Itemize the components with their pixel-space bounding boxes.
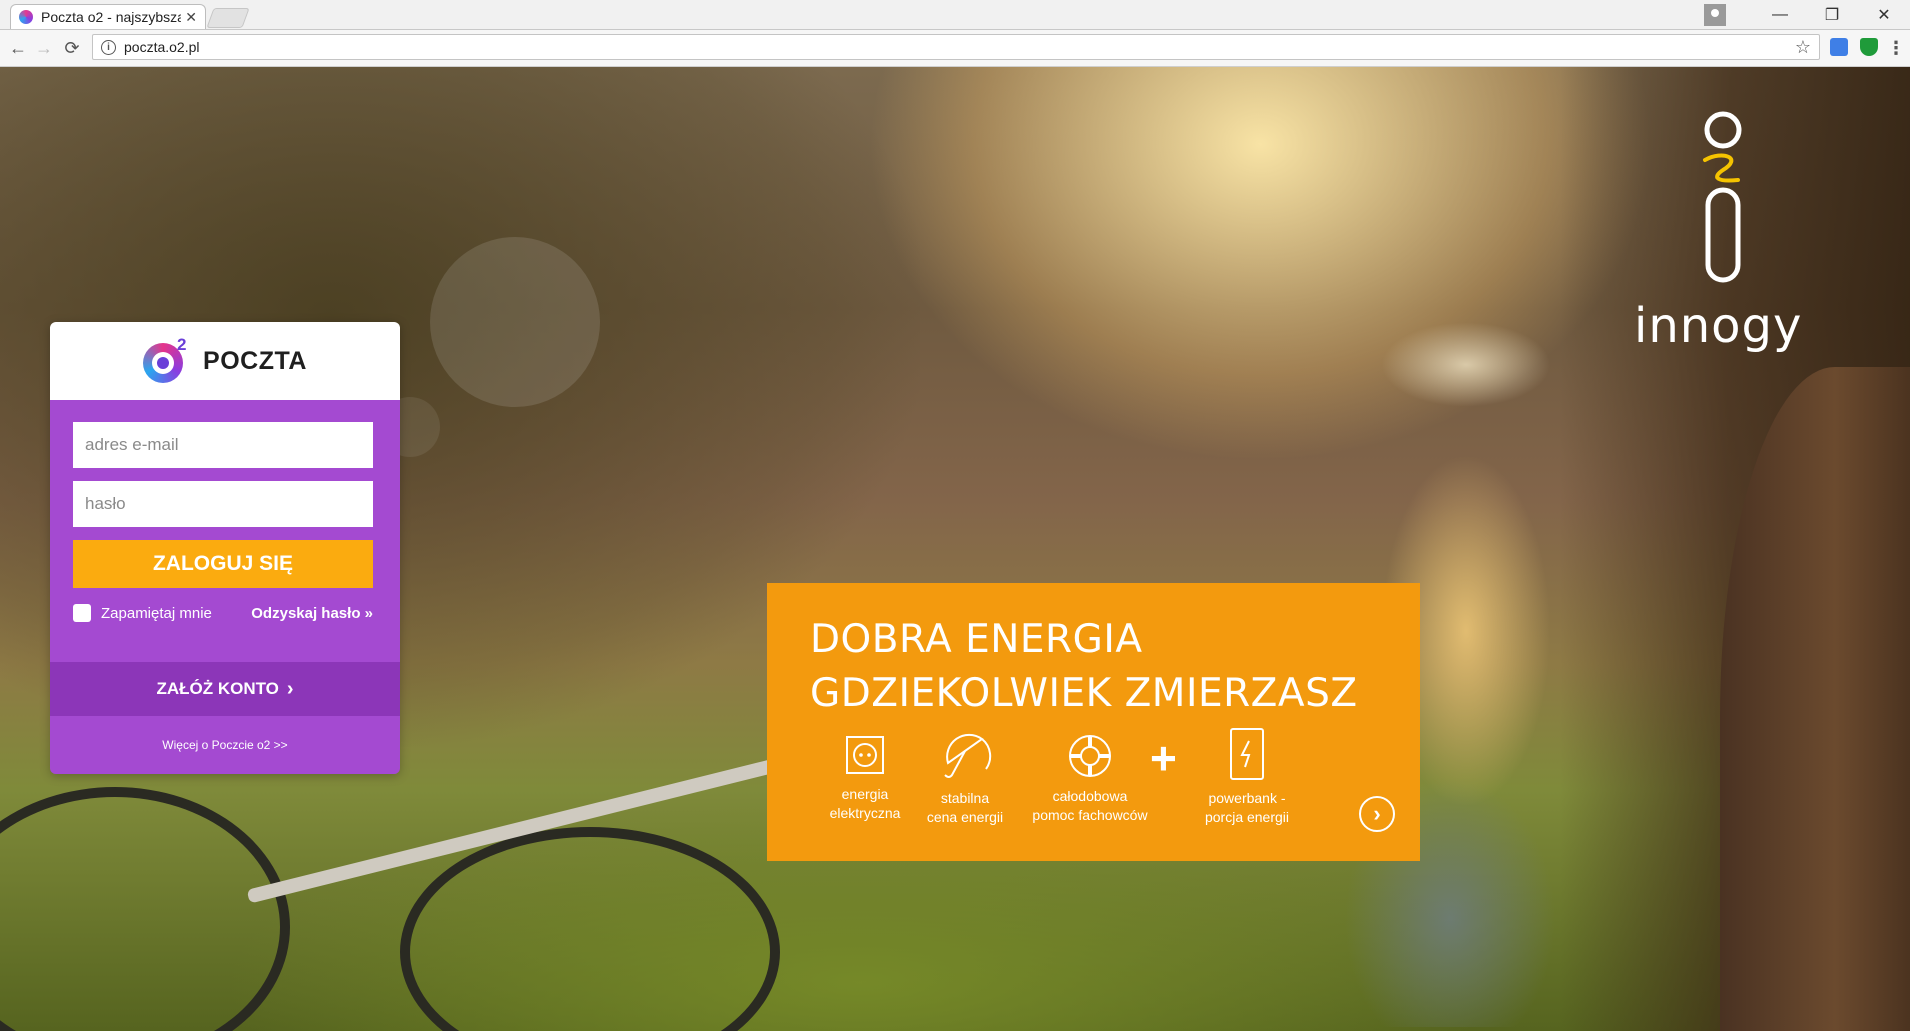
register-button[interactable]: ZAŁÓŻ KONTO › (50, 662, 400, 716)
remember-me[interactable]: Zapamiętaj mnie (73, 604, 212, 622)
shield-extension-icon[interactable] (1860, 38, 1878, 56)
browser-tab[interactable]: Poczta o2 - najszybsza ✕ (10, 4, 206, 29)
tab-close-icon[interactable]: ✕ (185, 9, 197, 26)
umbrella-icon (944, 733, 992, 778)
promo-next-button[interactable]: › (1359, 796, 1395, 832)
minimize-button[interactable]: — (1754, 6, 1806, 24)
bookmark-star-icon[interactable]: ☆ (1795, 37, 1811, 58)
password-input[interactable] (73, 481, 373, 527)
login-form: ZALOGUJ SIĘ Zapamiętaj mnie Odzyskaj has… (50, 400, 400, 662)
forward-button[interactable]: → (32, 36, 56, 60)
plus-sign: + (1150, 732, 1177, 784)
innogy-logo[interactable]: innogy (1628, 110, 1801, 360)
restore-button[interactable]: ❐ (1806, 5, 1858, 25)
o2-favicon-icon (19, 10, 33, 24)
logo-text: POCZTA (203, 346, 307, 375)
bokeh-circle (430, 237, 600, 407)
socket-icon (846, 736, 884, 774)
bicycle-wheel (400, 827, 780, 1031)
login-button[interactable]: ZALOGUJ SIĘ (73, 540, 373, 588)
tab-title: Poczta o2 - najszybsza (41, 9, 182, 25)
remember-checkbox[interactable] (73, 604, 91, 622)
browser-toolbar: ← → ⟳ i poczta.o2.pl ☆ ⋮ (0, 30, 1910, 67)
feature-support: całodobowa pomoc fachowców (1030, 733, 1150, 825)
back-button[interactable]: ← (6, 36, 30, 60)
reload-button[interactable]: ⟳ (60, 36, 84, 60)
innogy-i-icon (1703, 111, 1742, 283)
logo-superscript: 2 (177, 335, 187, 354)
browser-menu-icon[interactable]: ⋮ (1884, 36, 1908, 60)
register-label: ZAŁÓŻ KONTO (156, 679, 279, 698)
innogy-text: innogy (1634, 298, 1803, 354)
new-tab-button[interactable] (206, 8, 250, 28)
login-box: 2 POCZTA ZALOGUJ SIĘ Zapamiętaj mnie Odz… (50, 322, 400, 774)
login-options: Zapamiętaj mnie Odzyskaj hasło » (73, 604, 373, 622)
address-bar[interactable]: i poczta.o2.pl ☆ (92, 34, 1820, 60)
promo-title: DOBRA ENERGIA GDZIEKOLWIEK ZMIERZASZ (810, 613, 1358, 721)
login-header: 2 POCZTA (50, 322, 400, 400)
more-info-link[interactable]: Więcej o Poczcie o2 >> (50, 716, 400, 774)
extension-icon[interactable] (1830, 38, 1848, 56)
promo-title-line1: DOBRA ENERGIA (810, 617, 1143, 662)
promo-banner[interactable]: DOBRA ENERGIA GDZIEKOLWIEK ZMIERZASZ ene… (767, 583, 1420, 861)
feature-powerbank: powerbank - porcja energii (1187, 728, 1307, 827)
o2-logo-icon: 2 (143, 335, 191, 385)
lifebuoy-icon (1069, 735, 1111, 777)
url-text[interactable]: poczta.o2.pl (124, 39, 1795, 55)
bicycle-wheel (0, 787, 290, 1031)
profile-icon[interactable] (1704, 3, 1726, 26)
feature-stable-price: stabilna cena energii (905, 733, 1025, 827)
chevron-right-icon: › (286, 677, 294, 700)
remember-label: Zapamiętaj mnie (101, 604, 212, 622)
promo-title-line2: GDZIEKOLWIEK ZMIERZASZ (810, 671, 1358, 716)
window-controls: — ❐ ✕ (1704, 0, 1910, 29)
email-input[interactable] (73, 422, 373, 468)
close-window-button[interactable]: ✕ (1858, 5, 1910, 25)
powerbank-icon (1230, 728, 1264, 780)
browser-tab-bar: Poczta o2 - najszybsza ✕ — ❐ ✕ (0, 0, 1910, 30)
info-icon[interactable]: i (101, 39, 116, 55)
recover-password-link[interactable]: Odzyskaj hasło » (251, 605, 373, 622)
